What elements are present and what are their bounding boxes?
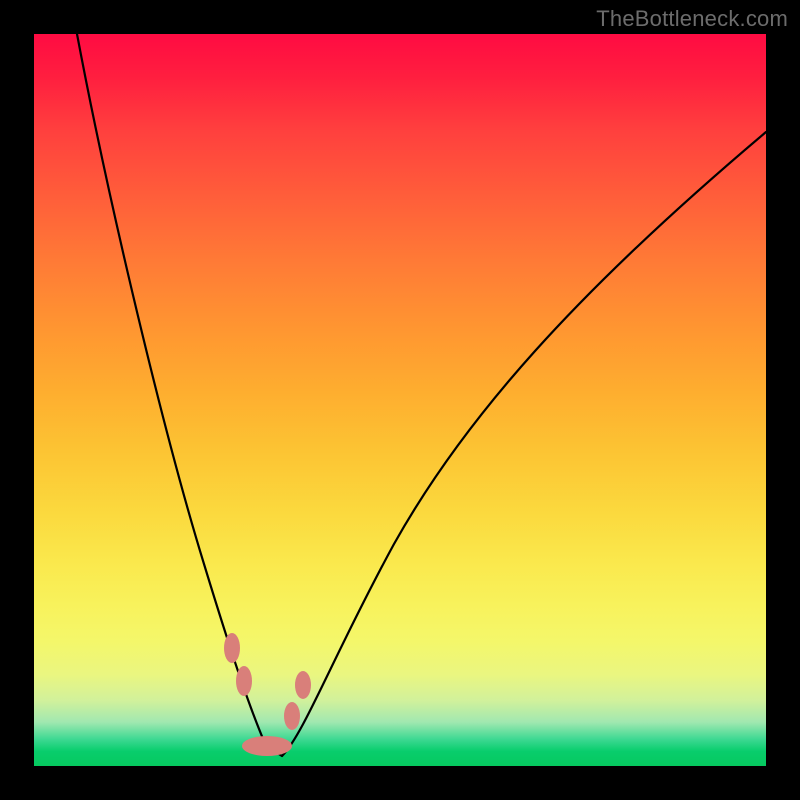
marker-right-lower: [284, 702, 300, 730]
plot-area: [34, 34, 766, 766]
curve-left-branch: [77, 34, 282, 756]
watermark-text: TheBottleneck.com: [596, 6, 788, 32]
chart-frame: TheBottleneck.com: [0, 0, 800, 800]
bottleneck-curve: [34, 34, 766, 766]
marker-left-lower: [236, 666, 252, 696]
marker-center: [242, 736, 292, 756]
marker-left-upper: [224, 633, 240, 663]
curve-right-branch: [282, 132, 766, 756]
marker-right-upper: [295, 671, 311, 699]
